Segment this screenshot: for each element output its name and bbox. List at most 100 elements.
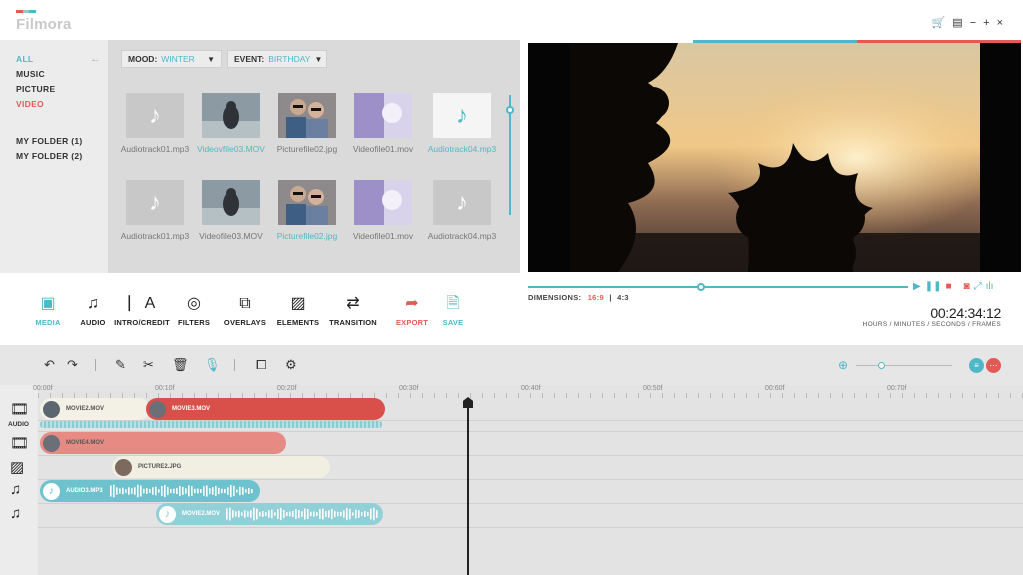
media-thumbnail[interactable] bbox=[354, 93, 412, 138]
zoom-icon[interactable]: ⊕ bbox=[838, 358, 848, 372]
waveform-bar bbox=[149, 489, 151, 493]
sidebar-folder-2[interactable]: MY FOLDER (2) bbox=[16, 151, 83, 161]
sidebar-item-all[interactable]: ALL bbox=[16, 54, 33, 64]
media-item-label[interactable]: Videofile01.mov bbox=[338, 144, 428, 154]
cart-icon[interactable]: 🛒 bbox=[932, 16, 946, 29]
snapshot-camera-icon[interactable]: ◙ bbox=[964, 281, 970, 292]
sidebar-item-picture[interactable]: PICTURE bbox=[16, 84, 55, 94]
pause-icon[interactable]: ❚❚ bbox=[925, 281, 942, 292]
waveform-bar bbox=[349, 508, 351, 520]
waveform-bar bbox=[226, 508, 228, 520]
media-item-label[interactable]: Audiotrack04.mp3 bbox=[417, 231, 507, 241]
mood-dropdown[interactable]: MOOD: WINTER ▼ bbox=[121, 50, 222, 68]
waveform-bar bbox=[224, 488, 226, 494]
waveform-bar bbox=[248, 488, 250, 494]
fit-timeline-button[interactable]: ≡ bbox=[969, 358, 984, 373]
minimize-icon[interactable]: − bbox=[970, 17, 976, 29]
waveform-bar bbox=[245, 489, 247, 493]
volume-bars-icon[interactable]: ılı bbox=[986, 281, 994, 292]
clip-audio3-waveform[interactable]: ♪ AUDIO3.MP3 bbox=[40, 480, 260, 502]
mood-label: MOOD: bbox=[128, 54, 158, 64]
waveform-bar bbox=[313, 511, 315, 517]
clip-movie3-video[interactable]: MOVIE3.MOV bbox=[146, 398, 385, 420]
stop-icon[interactable]: ■ bbox=[945, 281, 951, 292]
waveform-bar bbox=[241, 512, 243, 516]
split-icon[interactable]: ✂ bbox=[143, 357, 154, 373]
waveform-bar bbox=[203, 486, 205, 496]
waveform-bar bbox=[146, 488, 148, 494]
fullscreen-icon[interactable]: ⤢ bbox=[974, 281, 982, 292]
music-note-icon: ♫ bbox=[87, 295, 99, 312]
waveform-bar bbox=[295, 508, 297, 520]
waveform-bar bbox=[271, 509, 273, 519]
event-label: EVENT: bbox=[234, 54, 265, 64]
tool-save[interactable]: 🗎 SAVE bbox=[418, 293, 488, 327]
media-scroll-handle[interactable] bbox=[506, 106, 514, 114]
app-name: Filmora bbox=[16, 16, 72, 33]
zoom-slider-handle[interactable] bbox=[878, 362, 885, 369]
clip-detached-audio[interactable] bbox=[40, 421, 382, 428]
waveform-bar bbox=[119, 488, 121, 494]
title-bar: Filmora 🛒 ▤ − + × bbox=[0, 0, 1023, 40]
media-thumbnail[interactable] bbox=[202, 93, 260, 138]
settings-card-icon[interactable]: ⚙ bbox=[285, 357, 297, 373]
event-dropdown[interactable]: EVENT: BIRTHDAY ▼ bbox=[227, 50, 327, 68]
waveform-bar bbox=[239, 486, 241, 496]
timeline-options-button[interactable]: ⋯ bbox=[986, 358, 1001, 373]
clip-movie4-video[interactable]: MOVIE4.MOV bbox=[40, 432, 286, 454]
ruler-label: 00:00f bbox=[33, 385, 53, 392]
media-thumbnail[interactable]: ♪ bbox=[126, 180, 184, 225]
redo-icon[interactable]: ↷ bbox=[67, 357, 78, 373]
close-icon[interactable]: × bbox=[997, 17, 1003, 29]
media-thumbnail[interactable] bbox=[278, 93, 336, 138]
media-thumbnail[interactable] bbox=[202, 180, 260, 225]
zoom-slider-track[interactable] bbox=[856, 365, 952, 366]
divider bbox=[234, 359, 235, 371]
playback-scrubber[interactable] bbox=[697, 283, 705, 291]
waveform-bar bbox=[304, 508, 306, 520]
video-preview[interactable] bbox=[528, 43, 1021, 272]
pencil-icon[interactable]: ✎ bbox=[115, 357, 126, 373]
ruler-label: 00:70f bbox=[887, 385, 907, 392]
sidebar-item-music[interactable]: MUSIC bbox=[16, 69, 45, 79]
waveform-bar bbox=[265, 512, 267, 516]
menu-icon[interactable]: ▤ bbox=[952, 16, 962, 29]
play-icon[interactable]: ▶ bbox=[913, 281, 921, 292]
sidebar-folder-1[interactable]: MY FOLDER (1) bbox=[16, 136, 83, 146]
playback-progress-track[interactable] bbox=[528, 286, 908, 288]
microphone-icon[interactable]: 🎙 bbox=[204, 357, 221, 373]
media-thumbnail[interactable] bbox=[354, 180, 412, 225]
undo-icon[interactable]: ↶ bbox=[44, 357, 55, 373]
playhead-line[interactable] bbox=[467, 398, 469, 575]
clip-movie2-video[interactable]: MOVIE2.MOV bbox=[40, 398, 150, 420]
media-thumbnail[interactable]: ♪ bbox=[433, 93, 491, 138]
waveform-bar bbox=[298, 510, 300, 518]
waveform-bar bbox=[116, 487, 118, 495]
ruler-label: 00:40f bbox=[521, 385, 541, 392]
ratio-16-9[interactable]: 16:9 bbox=[588, 293, 604, 302]
clip-thumbnail bbox=[115, 458, 132, 476]
waveform-bar bbox=[289, 511, 291, 517]
screen-record-icon[interactable]: ⧠ bbox=[256, 357, 266, 373]
timecode: 00:24:34:12 bbox=[930, 305, 1001, 321]
media-thumbnail[interactable] bbox=[278, 180, 336, 225]
media-item-label[interactable]: Audiotrack04.mp3 bbox=[417, 144, 507, 154]
media-thumbnail[interactable]: ♪ bbox=[126, 93, 184, 138]
clip-thumbnail bbox=[43, 400, 60, 418]
dimensions-selector: DIMENSIONS: 16:9 | 4:3 bbox=[528, 293, 629, 302]
ratio-4-3[interactable]: 4:3 bbox=[617, 293, 629, 302]
clip-picture2[interactable]: PICTURE2.JPG bbox=[112, 456, 330, 478]
back-arrow-icon[interactable]: ← bbox=[90, 53, 101, 65]
transition-icon: ⇄ bbox=[346, 295, 360, 312]
media-thumbnail[interactable]: ♪ bbox=[433, 180, 491, 225]
waveform-bar bbox=[277, 509, 279, 519]
media-item-label[interactable]: Videofile01.mov bbox=[338, 231, 428, 241]
sidebar-item-video[interactable]: VIDEO bbox=[16, 99, 44, 109]
library-sidebar: ALL MUSIC PICTURE VIDEO MY FOLDER (1) MY… bbox=[0, 40, 108, 273]
picture-track-image-icon: ▨ bbox=[10, 459, 25, 476]
waveform-bar bbox=[301, 511, 303, 517]
waveform-bar bbox=[262, 511, 264, 517]
maximize-icon[interactable]: + bbox=[983, 17, 989, 29]
trash-icon[interactable]: 🗑 bbox=[172, 357, 189, 373]
clip-movie2-audio-waveform[interactable]: ♪ MOVIE2.MOV bbox=[156, 503, 383, 525]
